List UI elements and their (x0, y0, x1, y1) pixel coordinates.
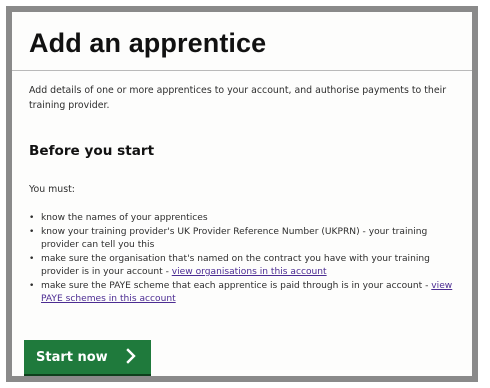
requirement-item: know the names of your apprentices (29, 212, 461, 226)
requirement-item: make sure the organisation that's named … (29, 253, 461, 280)
intro-text: Add details of one or more apprentices t… (29, 85, 447, 111)
requirement-item: make sure the PAYE scheme that each appr… (29, 280, 461, 307)
you-must-label: You must: (29, 184, 75, 195)
requirement-item: know your training provider's UK Provide… (29, 226, 461, 253)
start-now-button[interactable]: Start now (24, 340, 151, 374)
start-now-label: Start now (36, 349, 108, 365)
chevron-right-icon (126, 348, 136, 364)
title-divider (12, 70, 472, 71)
requirement-text: know the names of your apprentices (41, 213, 208, 223)
before-you-start-heading: Before you start (29, 143, 155, 159)
view-organisations-link[interactable]: view organisations in this account (172, 267, 327, 277)
page-title: Add an apprentice (29, 28, 267, 58)
requirement-text: know your training provider's UK Provide… (41, 226, 428, 251)
requirement-text: make sure the PAYE scheme that each appr… (41, 280, 432, 291)
screenshot-frame: Add an apprentice Add details of one or … (6, 6, 478, 382)
requirements-list: know the names of your apprentices know … (29, 212, 461, 307)
